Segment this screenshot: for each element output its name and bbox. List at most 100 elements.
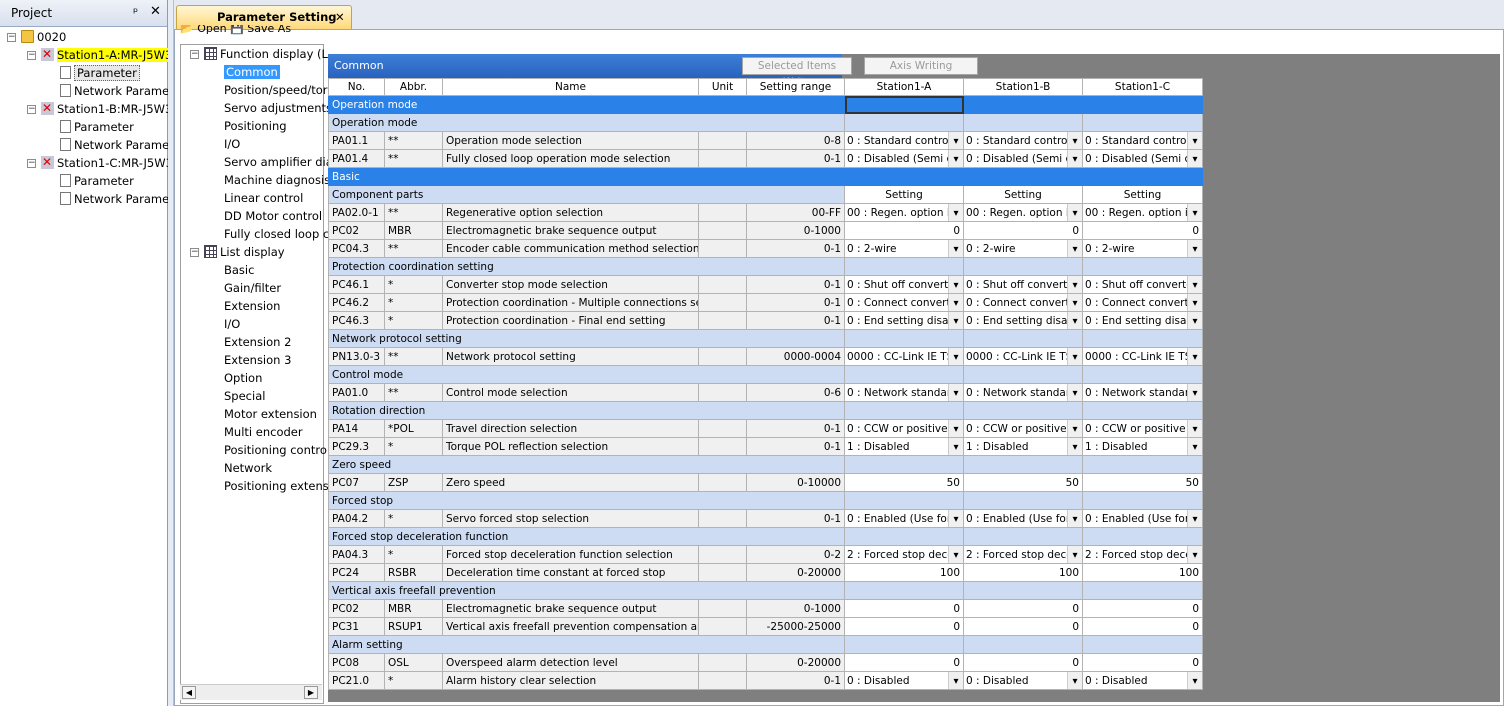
close-icon[interactable]: ✕	[150, 4, 161, 19]
tree-item-parameter-a[interactable]: Parameter	[60, 64, 140, 82]
station-a-select[interactable]: 0 : End setting disabl	[844, 311, 964, 330]
function-item[interactable]: Linear control	[224, 189, 303, 207]
station-c-select[interactable]: 2 : Forced stop dece	[1082, 545, 1203, 564]
station-a-cell[interactable]	[844, 167, 964, 186]
station-a-select[interactable]: 0 : Connect converte	[844, 293, 964, 312]
tree-item-station-a[interactable]: Station1-A:MR-J5W3	[41, 45, 173, 64]
function-item[interactable]: Servo amplifier dia	[224, 153, 333, 171]
tree-item-list-display[interactable]: List display	[204, 243, 285, 261]
list-item[interactable]: Option	[224, 369, 262, 387]
horizontal-scrollbar[interactable]: ◀ ▶	[180, 684, 322, 700]
station-a-select[interactable]: 1 : Disabled	[844, 437, 964, 456]
station-a-select[interactable]: 0000 : CC-Link IE TSI	[844, 347, 964, 366]
station-c-select[interactable]: 0 : CCW or positive d	[1082, 419, 1203, 438]
pin-icon[interactable]: ᵖ	[133, 5, 138, 19]
station-a-select[interactable]: 0 : Disabled (Semi clo	[844, 149, 964, 168]
open-button[interactable]: 📂 Open	[180, 25, 227, 35]
tree-item-network-b[interactable]: Network Parame	[60, 136, 169, 154]
station-a-value[interactable]: 0	[844, 617, 964, 636]
list-item[interactable]: Extension 2	[224, 333, 291, 351]
station-b-value[interactable]: 0	[963, 653, 1083, 672]
list-item[interactable]: Positioning extens	[224, 477, 329, 495]
list-item[interactable]: Special	[224, 387, 265, 405]
tree-item-network-a[interactable]: Network Parame	[60, 82, 169, 100]
station-b-value[interactable]: 50	[963, 473, 1083, 492]
collapse-icon[interactable]: −	[27, 159, 36, 168]
station-b-select[interactable]: 0 : CCW or positive d	[963, 419, 1083, 438]
selected-items-write-button[interactable]: Selected Items Write	[742, 57, 852, 88]
collapse-icon[interactable]: −	[190, 248, 199, 257]
station-b-select[interactable]: 0 : Shut off converte	[963, 275, 1083, 294]
station-c-select[interactable]: 1 : Disabled	[1082, 437, 1203, 456]
station-a-value[interactable]: 0	[844, 221, 964, 240]
station-a-value[interactable]: 50	[844, 473, 964, 492]
function-item[interactable]: Servo adjustments	[224, 99, 332, 117]
station-b-value[interactable]: 0	[963, 617, 1083, 636]
function-item[interactable]: Machine diagnosis	[224, 171, 330, 189]
station-b-select[interactable]: 0 : Connect converte	[963, 293, 1083, 312]
station-a-value[interactable]: 100	[844, 563, 964, 582]
tree-item-parameter-c[interactable]: Parameter	[60, 172, 134, 190]
list-item[interactable]: Basic	[224, 261, 254, 279]
station-c-select[interactable]: 0000 : CC-Link IE TSI	[1082, 347, 1203, 366]
list-item[interactable]: Motor extension	[224, 405, 317, 423]
station-a-select[interactable]: 0 : Enabled (Use forc	[844, 509, 964, 528]
station-c-select[interactable]: 0 : 2-wire	[1082, 239, 1203, 258]
station-c-value[interactable]: 0	[1082, 221, 1203, 240]
station-b-select[interactable]: 2 : Forced stop dece	[963, 545, 1083, 564]
station-b-select[interactable]: 0 : 2-wire	[963, 239, 1083, 258]
station-b-select[interactable]: 00 : Regen. option is	[963, 203, 1083, 222]
tree-item-parameter-b[interactable]: Parameter	[60, 118, 134, 136]
station-b-select[interactable]: 0 : Enabled (Use forc	[963, 509, 1083, 528]
scroll-left-icon[interactable]: ◀	[182, 686, 196, 699]
scroll-right-icon[interactable]: ▶	[304, 686, 318, 699]
function-item[interactable]: Position/speed/tor	[224, 81, 328, 99]
station-b-select[interactable]: 0 : Disabled (Semi clo	[963, 149, 1083, 168]
station-a-select[interactable]: 0 : Disabled	[844, 671, 964, 690]
collapse-icon[interactable]: −	[190, 50, 199, 59]
tree-item-root[interactable]: 0020	[21, 28, 66, 46]
station-c-select[interactable]: 0 : Disabled	[1082, 671, 1203, 690]
list-item[interactable]: I/O	[224, 315, 240, 333]
list-item[interactable]: Extension	[224, 297, 280, 315]
list-item[interactable]: Extension 3	[224, 351, 291, 369]
station-a-select[interactable]: 2 : Forced stop dece	[844, 545, 964, 564]
station-a-select[interactable]: 0 : Standard control	[844, 131, 964, 150]
station-b-select[interactable]: 1 : Disabled	[963, 437, 1083, 456]
station-a-select[interactable]: 0 : CCW or positive d	[844, 419, 964, 438]
station-c-select[interactable]: 0 : Shut off converte	[1082, 275, 1203, 294]
function-item[interactable]: DD Motor control	[224, 207, 322, 225]
station-c-select[interactable]: 0 : Disabled (Semi clo	[1082, 149, 1203, 168]
tree-item-station-c[interactable]: Station1-C:MR-J5W3	[41, 153, 173, 172]
list-item[interactable]: Positioning contro	[224, 441, 327, 459]
station-c-value[interactable]: 0	[1082, 653, 1203, 672]
tab-close-icon[interactable]: ✕	[335, 6, 345, 28]
station-a-value[interactable]: 0	[844, 599, 964, 618]
collapse-icon[interactable]: −	[27, 51, 36, 60]
station-a-select[interactable]: 0 : 2-wire	[844, 239, 964, 258]
station-c-select[interactable]: 0 : Connect converte	[1082, 293, 1203, 312]
station-b-select[interactable]: 0 : End setting disabl	[963, 311, 1083, 330]
station-a-select[interactable]: 00 : Regen. option is	[844, 203, 964, 222]
axis-writing-button[interactable]: Axis Writing	[864, 57, 978, 75]
list-item[interactable]: Multi encoder	[224, 423, 303, 441]
list-item[interactable]: Network	[224, 459, 272, 477]
station-c-value[interactable]: 0	[1082, 617, 1203, 636]
station-c-value[interactable]: 100	[1082, 563, 1203, 582]
station-a-value[interactable]: 0	[844, 653, 964, 672]
tree-item-network-c[interactable]: Network Parame	[60, 190, 169, 208]
station-a-select[interactable]: 0 : Network standarc	[844, 383, 964, 402]
station-b-value[interactable]: 0	[963, 221, 1083, 240]
station-c-value[interactable]: 0	[1082, 599, 1203, 618]
station-b-select[interactable]: 0 : Network standarc	[963, 383, 1083, 402]
station-b-value[interactable]: 0	[963, 599, 1083, 618]
station-b-select[interactable]: 0 : Disabled	[963, 671, 1083, 690]
function-item[interactable]: Common	[224, 63, 280, 81]
station-a-cell[interactable]	[844, 95, 964, 114]
station-c-value[interactable]: 50	[1082, 473, 1203, 492]
station-b-select[interactable]: 0000 : CC-Link IE TSI	[963, 347, 1083, 366]
station-c-select[interactable]: 0 : Network standarc	[1082, 383, 1203, 402]
tree-item-function-display[interactable]: Function display (L	[204, 45, 328, 63]
save-as-button[interactable]: 💾 Save As	[230, 25, 291, 35]
collapse-icon[interactable]: −	[7, 33, 16, 42]
